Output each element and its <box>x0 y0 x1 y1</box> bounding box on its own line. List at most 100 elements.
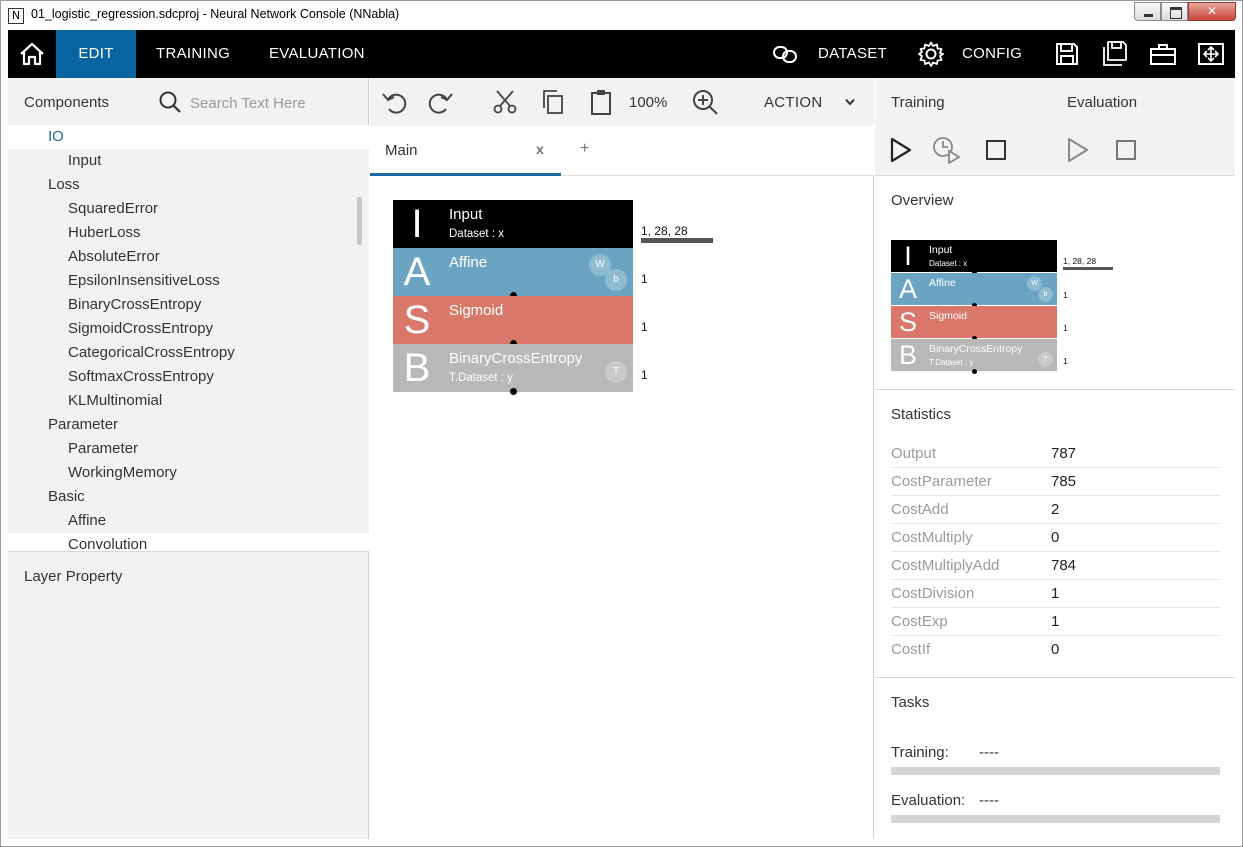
tree-item-klmultinomial[interactable]: KLMultinomial <box>8 389 369 413</box>
layer-input-output: 1, 28, 28 <box>641 224 688 238</box>
cut-icon[interactable] <box>491 88 519 116</box>
run-controls: Training Evaluation <box>875 78 1235 176</box>
stat-name: CostDivision <box>891 585 975 602</box>
stat-name: CostMultiplyAdd <box>891 557 1000 574</box>
stat-value: 784 <box>1051 557 1077 574</box>
save-as-icon[interactable] <box>1101 40 1129 68</box>
toolbox-icon[interactable] <box>1149 40 1177 68</box>
mini-layer-output: 1 <box>1063 323 1068 333</box>
dataset-label: DATASET <box>818 45 888 62</box>
layer-affine[interactable]: A Affine W b <box>393 248 633 296</box>
stat-name: CostMultiply <box>891 529 973 546</box>
tree-item-categoricalcrossentropy[interactable]: CategoricalCrossEntropy <box>8 341 369 365</box>
mini-layer-letter: B <box>898 340 917 370</box>
stat-value: 0 <box>1051 641 1060 658</box>
evaluate-play-icon[interactable] <box>1064 136 1092 164</box>
overview-title: Overview <box>891 192 954 209</box>
mini-layer-letter: A <box>898 274 917 304</box>
redo-icon[interactable] <box>427 88 455 116</box>
chevron-down-icon[interactable] <box>844 96 856 108</box>
paste-icon[interactable] <box>587 88 615 116</box>
stat-value: 2 <box>1051 501 1060 518</box>
tree-item-input[interactable]: Input <box>8 149 369 173</box>
layer-sigmoid-letter: S <box>403 298 431 342</box>
tree-item-parameter[interactable]: Parameter <box>8 437 369 461</box>
tab-training[interactable]: TRAINING <box>156 30 230 78</box>
tree-category-basic[interactable]: Basic <box>8 485 369 509</box>
layer-bce-name: BinaryCrossEntropy <box>449 350 583 367</box>
tree-item-squarederror[interactable]: SquaredError <box>8 197 369 221</box>
tab-evaluation[interactable]: EVALUATION <box>269 30 365 78</box>
tree-category-parameter[interactable]: Parameter <box>8 413 369 437</box>
mini-layer-output: 1 <box>1063 290 1068 300</box>
mini-layer-input: I Input Dataset : x <box>891 240 1057 272</box>
connector-dot[interactable] <box>510 388 517 395</box>
play-icon[interactable] <box>887 136 915 164</box>
window-frame-bottom <box>0 839 1243 847</box>
zoom-in-icon[interactable] <box>691 88 719 116</box>
statistics-section: Statistics Output 787 CostParameter 785 Co… <box>875 390 1235 678</box>
mini-target-badge: T <box>1038 352 1053 367</box>
stat-row: CostMultiplyAdd 784 <box>891 552 1220 580</box>
statistics-table: Output 787 CostParameter 785 CostAdd 2 Cost… <box>891 440 1220 664</box>
network-canvas[interactable]: I Input Dataset : x 1, 28, 28 A Affine W… <box>370 177 874 839</box>
evaluate-stop-icon[interactable] <box>1112 136 1140 164</box>
layer-sigmoid-name: Sigmoid <box>449 302 504 319</box>
tree-scrollbar[interactable] <box>357 197 362 245</box>
save-icon[interactable] <box>1053 40 1081 68</box>
tree-item-convolution[interactable]: Convolution <box>8 533 369 551</box>
stat-value: 1 <box>1051 585 1060 602</box>
stat-name: CostParameter <box>891 473 992 490</box>
copy-icon[interactable] <box>539 88 567 116</box>
evaluation-task-label: Evaluation: <box>891 792 966 809</box>
tree-item-affine[interactable]: Affine <box>8 509 369 533</box>
tab-main[interactable]: Main x <box>370 126 561 176</box>
fit-window-icon[interactable] <box>1197 40 1225 68</box>
mini-layer-name: Input <box>929 244 953 256</box>
stat-name: Output <box>891 445 937 462</box>
tab-edit[interactable]: EDIT <box>56 30 136 78</box>
mini-layer-output: 1, 28, 28 <box>1063 256 1097 266</box>
layer-input[interactable]: I Input Dataset : x <box>393 200 633 248</box>
window-frame-left <box>0 30 8 847</box>
tree-item-softmaxcrossentropy[interactable]: SoftmaxCrossEntropy <box>8 365 369 389</box>
tree-item-absoluteerror[interactable]: AbsoluteError <box>8 245 369 269</box>
overview-section: Overview I Input Dataset : x 1, 28, 28 A… <box>875 176 1235 390</box>
components-title: Components <box>24 94 110 111</box>
layer-sigmoid[interactable]: S Sigmoid <box>393 296 633 344</box>
mini-layer-sub: T.Dataset : y <box>929 358 974 367</box>
stop-icon[interactable] <box>982 136 1010 164</box>
stat-value: 787 <box>1051 445 1077 462</box>
stat-value: 785 <box>1051 473 1077 490</box>
add-tab-button[interactable]: + <box>580 140 589 158</box>
overview-minimap[interactable]: I Input Dataset : x 1, 28, 28 A Affine W… <box>891 240 1131 380</box>
layer-property-title: Layer Property <box>24 568 123 585</box>
resume-training-icon[interactable] <box>932 136 960 164</box>
config-button[interactable]: CONFIG <box>917 30 1032 78</box>
undo-icon[interactable] <box>380 88 408 116</box>
layer-input-sub: Dataset : x <box>449 228 504 240</box>
tree-item-binarycrossentropy[interactable]: BinaryCrossEntropy <box>8 293 369 317</box>
tree-category-io[interactable]: IO <box>8 125 369 149</box>
maximize-button[interactable] <box>1161 2 1188 21</box>
action-menu[interactable]: ACTION <box>764 94 822 111</box>
tree-category-loss[interactable]: Loss <box>8 173 369 197</box>
tree-item-sigmoidcrossentropy[interactable]: SigmoidCrossEntropy <box>8 317 369 341</box>
editor-panel: 100% ACTION Main x + I Input Dataset : x… <box>370 78 874 839</box>
tree-item-epsiloninsensitiveloss[interactable]: EpsilonInsensitiveLoss <box>8 269 369 293</box>
mini-layer-name: BinaryCrossEntropy <box>929 343 1023 355</box>
home-button[interactable] <box>8 30 54 78</box>
tree-item-workingmemory[interactable]: WorkingMemory <box>8 461 369 485</box>
output-size-bar <box>641 238 713 243</box>
dataset-button[interactable]: DATASET <box>771 30 891 78</box>
app-icon: N <box>8 8 24 24</box>
stat-value: 1 <box>1051 613 1060 630</box>
layer-input-name: Input <box>449 206 483 223</box>
search-input[interactable] <box>190 90 360 116</box>
stat-row: CostAdd 2 <box>891 496 1220 524</box>
minimize-button[interactable] <box>1134 2 1161 21</box>
close-tab-button[interactable]: x <box>536 141 544 157</box>
layer-binarycrossentropy[interactable]: B BinaryCrossEntropy T.Dataset : y T <box>393 344 633 392</box>
close-window-button[interactable] <box>1188 2 1236 21</box>
tree-item-huberloss[interactable]: HuberLoss <box>8 221 369 245</box>
